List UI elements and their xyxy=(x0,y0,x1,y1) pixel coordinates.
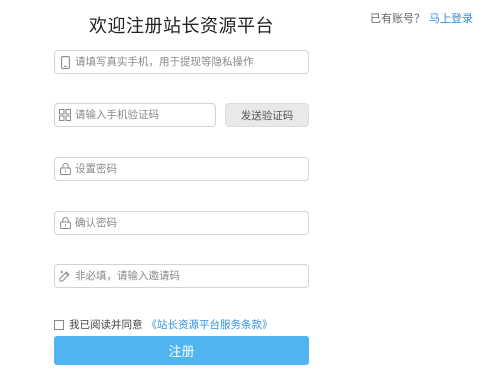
agreement-row: 我已阅读并同意 《站长资源平台服务条款》 xyxy=(54,317,273,332)
agree-text: 我已阅读并同意 xyxy=(69,319,143,331)
invite-icon xyxy=(55,264,75,288)
phone-input[interactable] xyxy=(75,51,308,73)
page-title: 欢迎注册站长资源平台 xyxy=(89,16,274,37)
phone-icon xyxy=(55,50,75,74)
password-field[interactable] xyxy=(54,157,309,181)
send-code-button[interactable]: 发送验证码 xyxy=(225,103,309,127)
phone-field[interactable] xyxy=(54,50,309,74)
lock-icon xyxy=(55,157,75,181)
confirm-password-input[interactable] xyxy=(75,212,308,234)
has-account-text: 已有账号？ xyxy=(370,12,425,25)
confirm-password-field[interactable] xyxy=(54,211,309,235)
grid-icon xyxy=(55,103,75,127)
invite-field[interactable] xyxy=(54,264,309,288)
terms-link[interactable]: 《站长资源平台服务条款》 xyxy=(147,317,273,332)
login-link[interactable]: 马上登录 xyxy=(429,12,473,25)
invite-input[interactable] xyxy=(75,265,308,287)
agree-checkbox[interactable] xyxy=(54,319,64,330)
register-button[interactable]: 注册 xyxy=(54,336,309,365)
code-field[interactable] xyxy=(54,103,216,127)
password-input[interactable] xyxy=(75,158,308,180)
login-prompt: 已有账号？ 马上登录 xyxy=(370,10,473,26)
lock-icon xyxy=(55,211,75,235)
code-input[interactable] xyxy=(75,104,215,126)
